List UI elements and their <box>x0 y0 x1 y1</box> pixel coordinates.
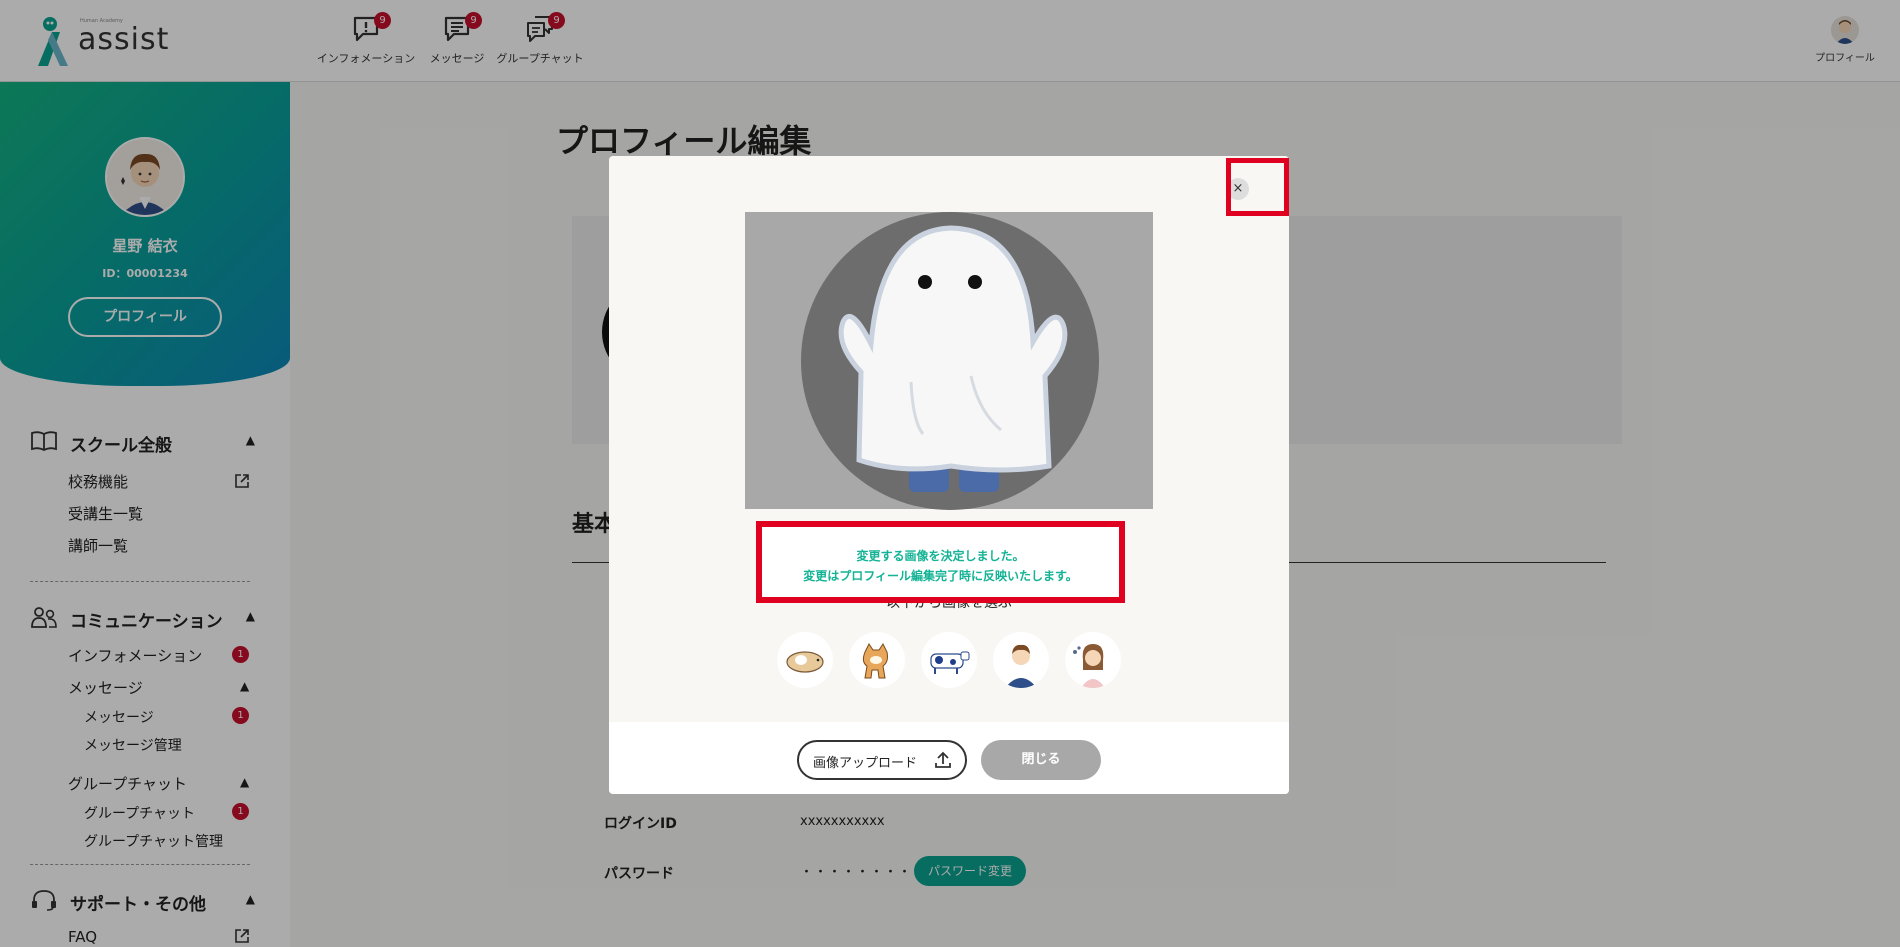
upload-icon <box>935 751 951 768</box>
image-upload-label: 画像アップロード <box>813 756 918 771</box>
sample-guinea-pig[interactable] <box>777 632 833 688</box>
cow-icon <box>930 651 970 674</box>
ghost-icon <box>838 225 1068 492</box>
close-icon-highlight-frame <box>1226 158 1289 216</box>
woman-icon <box>1073 644 1105 688</box>
sample-cow[interactable] <box>921 632 977 688</box>
shiba-dog-icon <box>862 643 888 679</box>
image-select-modal: × 以下から画像を選ぶ 画像アップロード 閉じる <box>609 156 1289 794</box>
notice-line-2: 変更はプロフィール編集完了時に反映いたします。 <box>803 569 1078 583</box>
guinea-pig-icon <box>786 651 824 673</box>
businessman-icon <box>1005 644 1037 688</box>
sample-woman[interactable] <box>1065 632 1121 688</box>
image-upload-button[interactable]: 画像アップロード <box>797 740 967 780</box>
sample-businessman[interactable] <box>993 632 1049 688</box>
sample-shiba-dog[interactable] <box>849 632 905 688</box>
modal-close-button[interactable]: 閉じる <box>981 740 1101 780</box>
notice-line-1: 変更する画像を決定しました。 <box>856 549 1025 563</box>
image-confirmed-notice: 変更する画像を決定しました。 変更はプロフィール編集完了時に反映いたします。 <box>756 521 1125 603</box>
selected-image-preview <box>745 212 1153 510</box>
